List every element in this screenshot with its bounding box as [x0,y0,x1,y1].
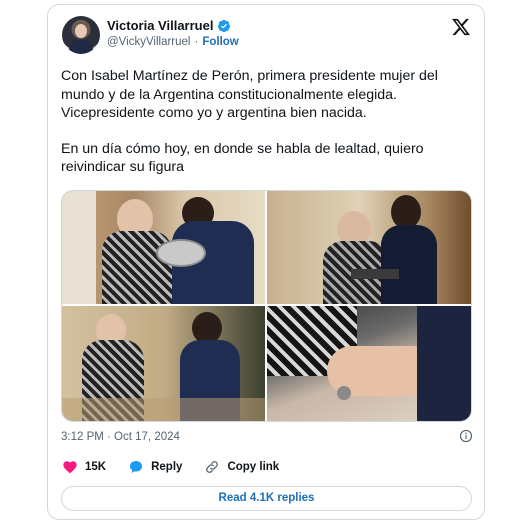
reply-label: Reply [151,461,183,473]
avatar[interactable] [62,16,100,54]
photo-2[interactable] [267,191,471,304]
link-icon [206,461,219,473]
copy-link-button[interactable]: Copy link [204,459,279,475]
author-handle-row: @VickyVillarruel · Follow [107,36,239,48]
timestamp[interactable]: 3:12 PM · Oct 17, 2024 [61,431,180,443]
avatar-body [69,40,93,54]
read-replies-button[interactable]: Read 4.1K replies [61,486,472,511]
follow-button[interactable]: Follow [202,36,238,48]
tweet-card: Victoria Villarruel @VickyVillarruel · F… [47,4,485,520]
separator-dot: · [194,36,199,48]
author-handle[interactable]: @VickyVillarruel [107,36,190,48]
tweet-paragraph-2: En un día cómo hoy, en donde se habla de… [61,140,424,176]
avatar-face [75,24,87,38]
like-count: 15K [85,461,107,473]
author-name-row: Victoria Villarruel [107,18,231,33]
photo-3[interactable] [62,306,265,421]
x-logo-icon[interactable] [451,17,471,37]
reply-bubble-icon [130,461,143,473]
tweet-text: Con Isabel Martínez de Perón, primera pr… [61,67,477,177]
copy-link-label: Copy link [227,461,280,473]
media-grid [61,190,472,422]
info-icon[interactable] [459,429,473,443]
author-name[interactable]: Victoria Villarruel [107,18,213,33]
action-bar: 15K Reply Copy link [62,459,301,475]
reply-button[interactable]: Reply [128,459,182,475]
timestamp-row: 3:12 PM · Oct 17, 2024 [61,429,473,443]
photo-1[interactable] [62,191,265,304]
photo-4[interactable] [267,306,471,421]
heart-icon [63,461,77,474]
verified-badge-icon [218,19,231,32]
tweet-paragraph-1: Con Isabel Martínez de Perón, primera pr… [61,68,438,121]
like-button[interactable]: 15K [62,459,106,475]
